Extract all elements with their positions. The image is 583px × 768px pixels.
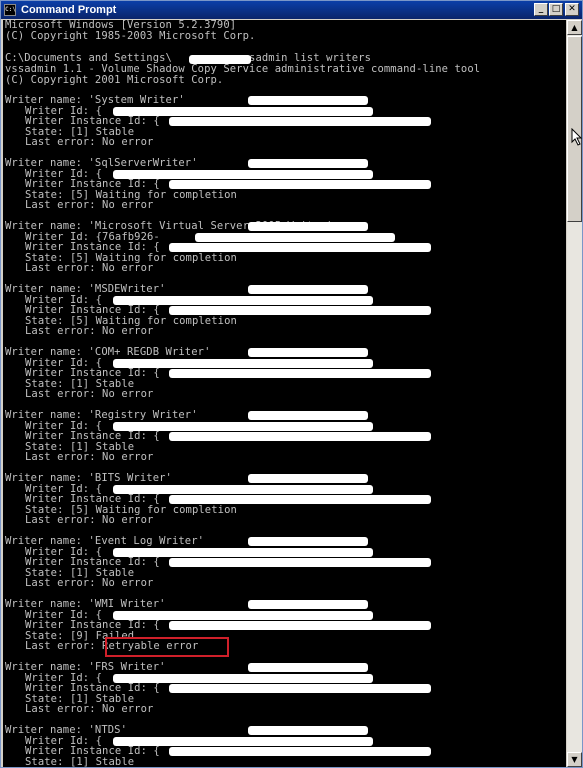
redaction-mark — [248, 222, 368, 231]
redaction-mark — [113, 547, 373, 557]
redaction-mark — [113, 295, 373, 305]
writer-state-line: State: [1] Stable — [25, 755, 135, 767]
writer-error-line: Last error: No error — [25, 577, 154, 590]
writer-error-line: Last error: No error — [25, 325, 154, 338]
redaction-mark — [169, 117, 431, 127]
console-line: (C) Copyright 1985-2003 Microsoft Corp. — [5, 30, 256, 42]
redaction-mark — [248, 537, 368, 546]
title-bar[interactable]: C:\ Command Prompt _ □ ✕ — [1, 1, 582, 19]
writer-error-line: Last error: No error — [25, 451, 154, 464]
redaction-mark — [113, 106, 373, 116]
redaction-mark — [169, 684, 431, 694]
redaction-mark — [195, 232, 395, 242]
writer-error-line: Last error: No error — [25, 262, 154, 275]
redaction-mark — [248, 474, 368, 483]
cmd-icon[interactable]: C:\ — [4, 4, 16, 16]
redaction-mark — [248, 726, 368, 735]
redaction-mark — [248, 411, 368, 420]
window-title: Command Prompt — [21, 4, 117, 16]
redaction-mark — [248, 663, 368, 672]
redaction-mark — [113, 169, 373, 179]
redaction-mark — [248, 348, 368, 357]
redaction-mark — [248, 600, 368, 609]
error-highlight-box — [105, 637, 229, 658]
redaction-mark — [169, 621, 431, 631]
console-output[interactable]: Microsoft Windows [Version 5.2.3790] (C)… — [3, 20, 566, 767]
redaction-mark — [248, 159, 368, 168]
writer-error-line: Last error: No error — [25, 136, 154, 149]
minimize-button[interactable]: _ — [534, 3, 548, 16]
redaction-mark — [113, 736, 373, 746]
scroll-down-button[interactable]: ▼ — [567, 752, 582, 767]
redaction-mark — [169, 558, 431, 568]
redaction-mark — [169, 747, 431, 757]
redaction-mark — [248, 96, 368, 105]
redaction-mark — [169, 306, 431, 316]
redaction-mark — [169, 180, 431, 190]
redaction-mark — [169, 243, 431, 253]
redaction-mark — [248, 285, 368, 294]
redaction-mark — [113, 610, 373, 620]
redaction-mark — [169, 495, 431, 505]
writer-error-line: Last error: No error — [25, 703, 154, 716]
close-button[interactable]: ✕ — [565, 3, 579, 16]
console-line: (C) Copyright 2001 Microsoft Corp. — [5, 74, 224, 86]
mouse-cursor-icon — [571, 128, 583, 146]
redaction-mark — [113, 421, 373, 431]
redaction-mark — [113, 673, 373, 683]
redaction-mark — [113, 358, 373, 368]
redaction-mark — [113, 484, 373, 494]
command-prompt-window: C:\ Command Prompt _ □ ✕ Microsoft Windo… — [0, 0, 583, 768]
writer-error-line: Last error: No error — [25, 514, 154, 527]
redaction-mark — [169, 369, 431, 379]
scroll-up-button[interactable]: ▲ — [567, 20, 582, 35]
redaction-mark — [189, 55, 251, 64]
maximize-button[interactable]: □ — [549, 3, 563, 16]
writer-error-line: Last error: No error — [25, 388, 154, 401]
redaction-mark — [169, 432, 431, 442]
writer-error-line: Last error: No error — [25, 199, 154, 212]
